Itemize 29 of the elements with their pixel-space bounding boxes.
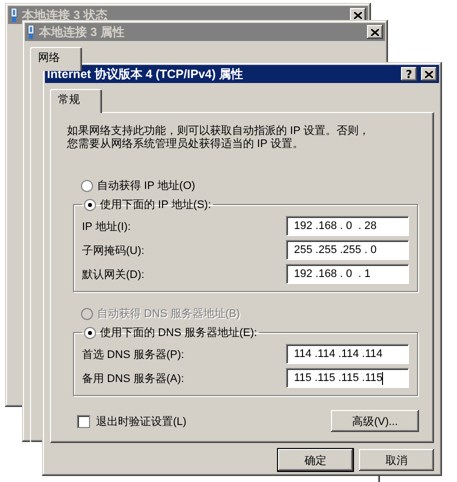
- ip-address-field[interactable]: 255 .255 .255 . 0: [286, 240, 409, 260]
- close-icon: [425, 70, 433, 78]
- description-text: 如果网络支持此功能，则可以获取自动指派的 IP 设置。否则，您需要从网络系统管理员处获得适当的 IP 设置。: [67, 125, 370, 151]
- tab[interactable]: 常规: [50, 89, 102, 113]
- field-label: 子网掩码(U):: [82, 244, 144, 258]
- checkbox[interactable]: 退出时验证设置(L): [77, 414, 186, 428]
- ip-address-field[interactable]: 192 .168 . 0 . 1: [286, 264, 409, 284]
- close-button[interactable]: [367, 25, 383, 39]
- close-button[interactable]: [421, 67, 437, 81]
- field-label: 默认网关(D):: [82, 268, 144, 282]
- close-icon: [371, 28, 379, 36]
- network-adapter-icon: [10, 8, 18, 22]
- close-icon: [354, 12, 362, 18]
- field-label: 首选 DNS 服务器(P):: [82, 348, 184, 362]
- ip-address-field[interactable]: 114 .114 .114 .114: [286, 344, 409, 364]
- window-title: 本地连接 3 属性: [39, 24, 126, 40]
- help-button[interactable]: ?: [401, 67, 417, 81]
- tab[interactable]: 网络: [30, 47, 82, 71]
- radio-button[interactable]: 使用下面的 IP 地址(S):: [82, 197, 214, 212]
- ip-address-field[interactable]: 192 .168 . 0 . 28: [286, 216, 409, 236]
- field-label: 备用 DNS 服务器(A):: [82, 372, 184, 386]
- advanced-button[interactable]: 高级(V)...: [331, 410, 419, 432]
- radio-button[interactable]: 自动获得 IP 地址(O): [79, 178, 198, 193]
- radio-button[interactable]: 使用下面的 DNS 服务器地址(E):: [82, 325, 260, 340]
- network-adapter-icon: [27, 25, 35, 39]
- ip-address-field[interactable]: 115 .115 .115 .115: [286, 368, 409, 388]
- dialog-button[interactable]: 确定: [278, 449, 353, 471]
- field-label: IP 地址(I):: [82, 220, 131, 234]
- dialog-button[interactable]: 取消: [359, 449, 434, 471]
